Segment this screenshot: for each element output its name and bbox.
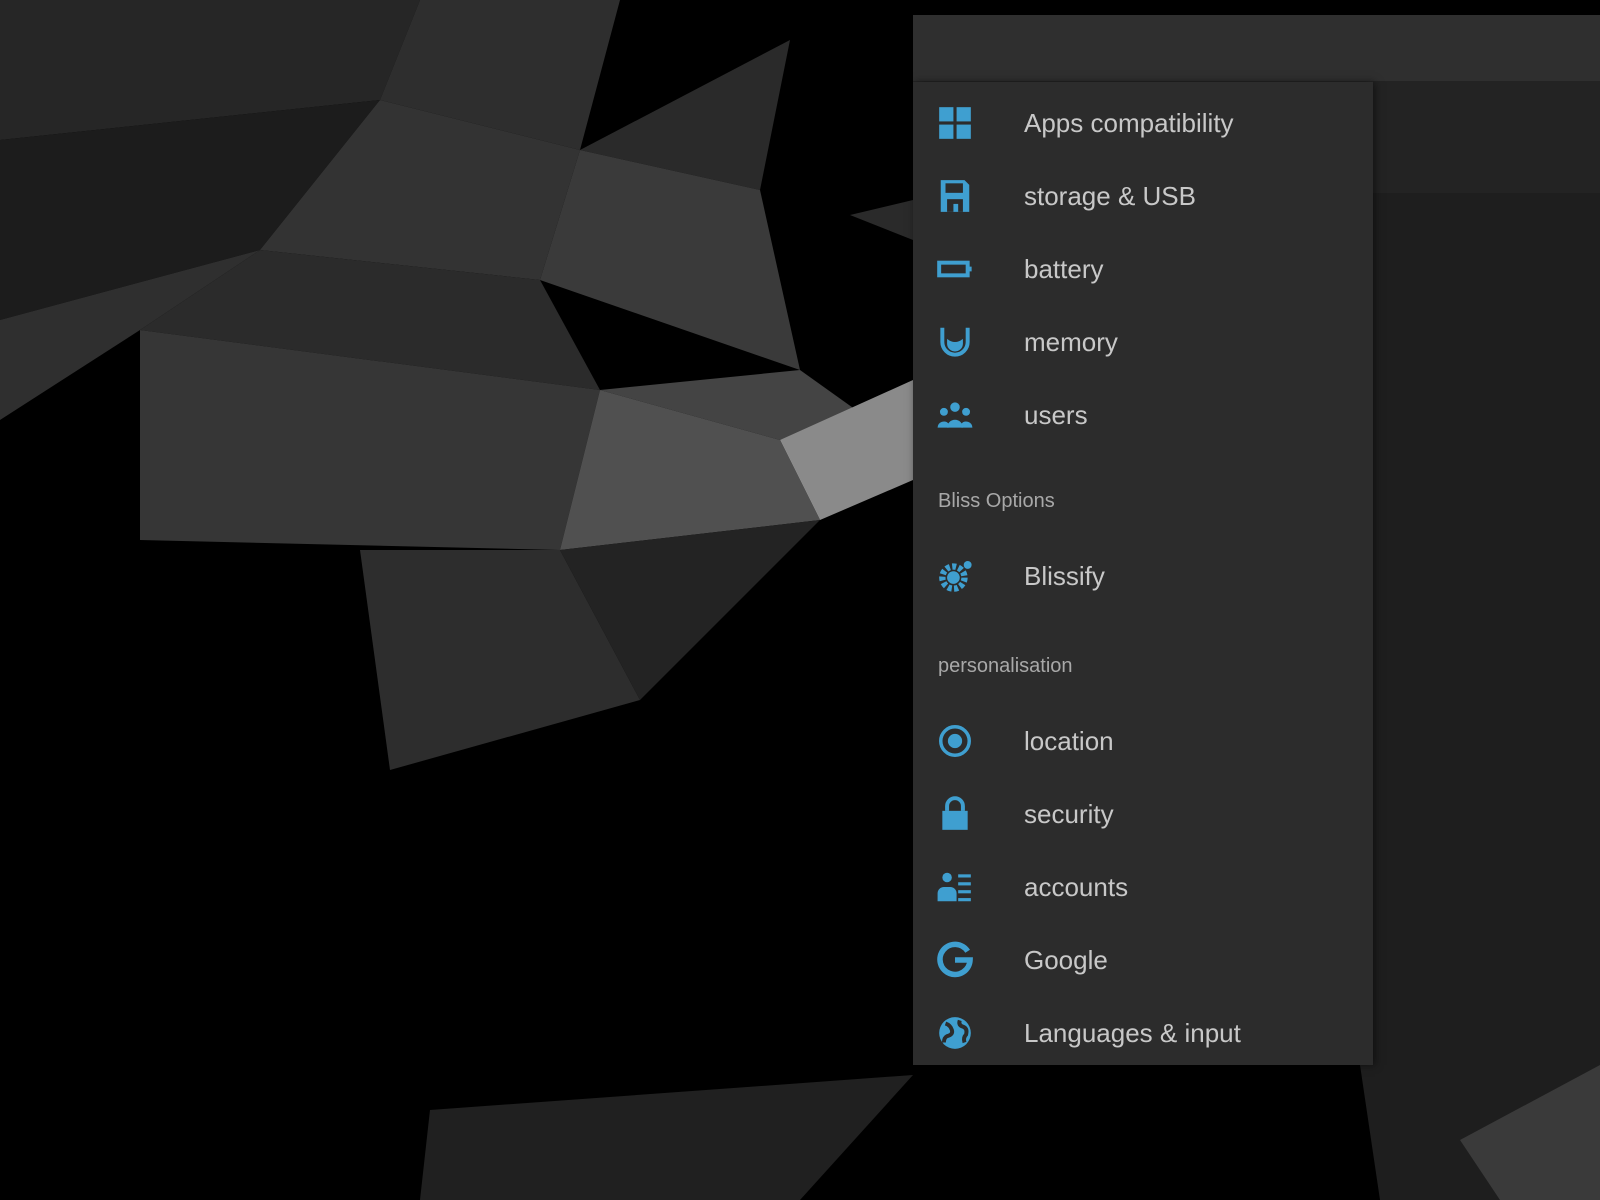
- menu-item-users[interactable]: users: [913, 379, 1373, 451]
- menu-item-storage-usb[interactable]: storage & USB: [913, 160, 1373, 232]
- menu-item-apps-compatibility[interactable]: Apps compatibility: [913, 87, 1373, 159]
- section-header-bliss-options: Bliss Options: [938, 490, 1055, 512]
- menu-item-location[interactable]: location: [913, 705, 1373, 777]
- menu-item-blissify[interactable]: Blissify: [913, 540, 1373, 612]
- menu-item-label: Google: [1024, 944, 1108, 975]
- menu-item-label: location: [1024, 725, 1114, 756]
- window-titlebar: [913, 15, 1600, 81]
- blissify-gear-icon: [935, 556, 975, 596]
- menu-item-label: users: [1024, 399, 1088, 430]
- menu-item-google[interactable]: Google: [913, 924, 1373, 996]
- settings-side-menu: Apps compatibility storage & USB battery…: [913, 82, 1373, 1065]
- google-g-icon: [935, 940, 975, 980]
- users-icon: [935, 395, 975, 435]
- menu-item-label: Languages & input: [1024, 1017, 1241, 1048]
- menu-item-label: accounts: [1024, 871, 1129, 902]
- menu-item-label: memory: [1024, 326, 1118, 357]
- lock-icon: [935, 794, 975, 834]
- menu-item-label: storage & USB: [1024, 180, 1196, 211]
- menu-item-security[interactable]: security: [913, 778, 1373, 850]
- menu-item-label: battery: [1024, 253, 1104, 284]
- menu-item-memory[interactable]: memory: [913, 306, 1373, 378]
- location-target-icon: [935, 721, 975, 761]
- section-header-personalisation: personalisation: [938, 655, 1073, 677]
- menu-item-label: Apps compatibility: [1024, 107, 1234, 138]
- memory-icon: [935, 322, 975, 362]
- settings-toolbar: [1373, 81, 1600, 193]
- menu-item-languages-input[interactable]: Languages & input: [913, 997, 1373, 1069]
- menu-item-accounts[interactable]: accounts: [913, 851, 1373, 923]
- globe-icon: [935, 1013, 975, 1053]
- menu-item-battery[interactable]: battery: [913, 233, 1373, 305]
- accounts-icon: [935, 867, 975, 907]
- battery-icon: [935, 249, 975, 289]
- menu-item-label: Blissify: [1024, 560, 1105, 591]
- floppy-disk-icon: [935, 176, 975, 216]
- menu-item-label: security: [1024, 798, 1114, 829]
- apps-grid-icon: [935, 103, 975, 143]
